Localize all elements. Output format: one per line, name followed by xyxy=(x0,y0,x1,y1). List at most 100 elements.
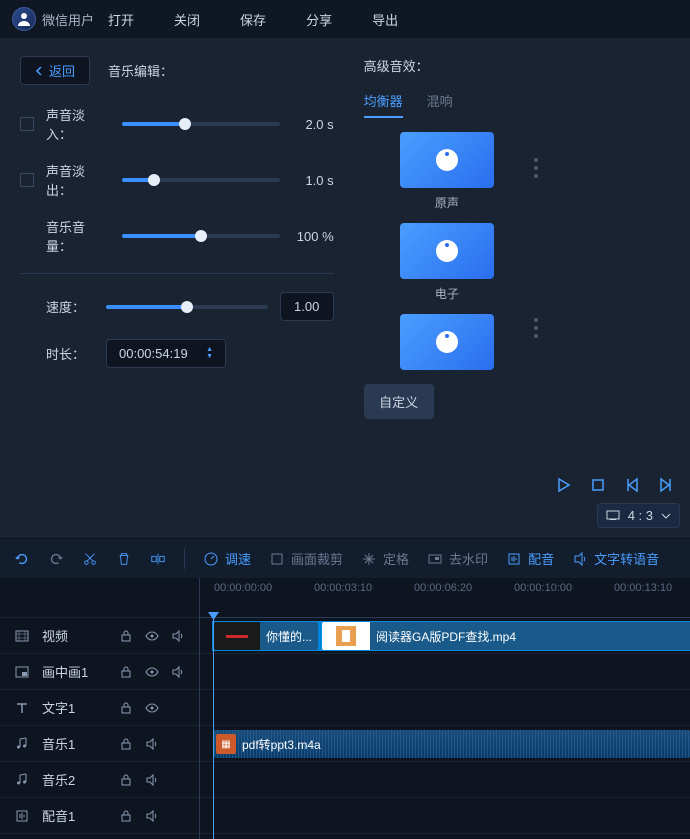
menu-share[interactable]: 分享 xyxy=(306,10,332,29)
track-header xyxy=(0,578,199,618)
fade-out-slider[interactable] xyxy=(122,178,280,182)
lock-icon[interactable] xyxy=(119,629,133,643)
top-menu-bar: 微信用户 打开 关闭 保存 分享 导出 xyxy=(0,0,690,38)
tts-tool[interactable]: 文字转语音 xyxy=(572,549,659,568)
scroll-dot xyxy=(534,326,538,330)
stop-icon[interactable] xyxy=(590,477,606,493)
volume-slider[interactable] xyxy=(122,234,280,238)
effects-panel: 高级音效： 均衡器 混响 原声 电子 自定义 xyxy=(354,38,540,538)
duration-down[interactable]: ▼ xyxy=(206,354,213,360)
track-area[interactable]: 00:00:00:00 00:00:03:10 00:00:06:20 00:0… xyxy=(200,578,690,839)
track-text[interactable]: 文字1 xyxy=(0,690,199,726)
mute-icon[interactable] xyxy=(171,629,185,643)
pip-track-content[interactable] xyxy=(200,654,690,690)
play-icon[interactable] xyxy=(556,477,572,493)
menu-open[interactable]: 打开 xyxy=(108,10,134,29)
fade-in-slider[interactable] xyxy=(122,122,280,126)
mute-icon[interactable] xyxy=(145,737,159,751)
main-panel: 返回 音乐编辑： 声音淡入： 2.0 s 声音淡出： 1.0 s 音乐音量： xyxy=(0,38,690,538)
voice-track-content[interactable] xyxy=(200,798,690,834)
mute-icon[interactable] xyxy=(145,773,159,787)
eye-icon[interactable] xyxy=(145,665,159,679)
back-button[interactable]: 返回 xyxy=(20,56,90,85)
lock-icon[interactable] xyxy=(119,665,133,679)
tab-equalizer[interactable]: 均衡器 xyxy=(364,91,403,118)
lock-icon[interactable] xyxy=(119,737,133,751)
time-ruler[interactable]: 00:00:00:00 00:00:03:10 00:00:06:20 00:0… xyxy=(200,578,690,618)
video-clip-1[interactable]: 你懂的... xyxy=(214,622,318,650)
volume-label: 音乐音量： xyxy=(46,217,110,255)
mute-icon[interactable] xyxy=(145,809,159,823)
aspect-dropdown[interactable]: 4 : 3 xyxy=(597,503,680,528)
scroll-dot xyxy=(534,158,538,162)
text-icon xyxy=(14,700,30,716)
freeze-tool[interactable]: 定格 xyxy=(361,549,409,568)
lock-icon[interactable] xyxy=(119,809,133,823)
video-clip-2[interactable]: 阅读器GA版PDF查找.mp4 xyxy=(322,622,690,650)
menu-export[interactable]: 导出 xyxy=(372,10,398,29)
fade-out-checkbox[interactable] xyxy=(20,173,34,187)
back-label: 返回 xyxy=(49,61,75,80)
audio-clip[interactable]: ▦ pdf转ppt3.m4a xyxy=(214,730,690,758)
undo-icon[interactable] xyxy=(14,551,30,567)
custom-button[interactable]: 自定义 xyxy=(364,384,434,419)
dub-tool[interactable]: 配音 xyxy=(506,549,554,568)
fade-in-label: 声音淡入： xyxy=(46,105,110,143)
redo-icon[interactable] xyxy=(48,551,64,567)
prev-icon[interactable] xyxy=(624,477,640,493)
lock-icon[interactable] xyxy=(119,701,133,715)
mute-icon[interactable] xyxy=(171,665,185,679)
menu-save[interactable]: 保存 xyxy=(240,10,266,29)
music-icon xyxy=(14,772,30,788)
video-track-content[interactable]: 你懂的... 阅读器GA版PDF查找.mp4 xyxy=(200,618,690,654)
cut-icon[interactable] xyxy=(82,551,98,567)
tab-reverb[interactable]: 混响 xyxy=(427,91,453,118)
menu-close[interactable]: 关闭 xyxy=(174,10,200,29)
track-music2[interactable]: 音乐2 xyxy=(0,762,199,798)
text-track-content[interactable] xyxy=(200,690,690,726)
fade-in-value: 2.0 s xyxy=(292,117,334,132)
scroll-dot xyxy=(534,318,538,322)
track-pip[interactable]: 画中画1 xyxy=(0,654,199,690)
music1-track-content[interactable]: ▦ pdf转ppt3.m4a xyxy=(200,726,690,762)
duration-field[interactable]: 00:00:54:19 ▲▼ xyxy=(106,339,226,368)
eye-icon[interactable] xyxy=(145,629,159,643)
fade-out-value: 1.0 s xyxy=(292,173,334,188)
duration-label: 时长： xyxy=(46,344,94,363)
avatar[interactable] xyxy=(12,7,36,31)
next-icon[interactable] xyxy=(658,477,674,493)
effects-title: 高级音效： xyxy=(364,56,530,75)
video-icon xyxy=(14,628,30,644)
section-title: 音乐编辑： xyxy=(108,61,173,80)
music-icon xyxy=(14,736,30,752)
scroll-dot xyxy=(534,166,538,170)
speed-field[interactable]: 1.00 xyxy=(280,292,334,321)
pip-icon xyxy=(14,664,30,680)
fade-in-checkbox[interactable] xyxy=(20,117,34,131)
preset-electronic[interactable]: 电子 xyxy=(364,223,530,302)
split-icon[interactable] xyxy=(150,551,166,567)
eye-icon[interactable] xyxy=(145,701,159,715)
track-voice[interactable]: 配音1 xyxy=(0,798,199,834)
volume-value: 100 % xyxy=(292,229,334,244)
delete-icon[interactable] xyxy=(116,551,132,567)
speed-tool[interactable]: 调速 xyxy=(203,549,251,568)
preset-list: 原声 电子 xyxy=(364,132,530,376)
watermark-tool[interactable]: 去水印 xyxy=(427,549,488,568)
track-music1[interactable]: 音乐1 xyxy=(0,726,199,762)
track-labels: 视频 画中画1 文字1 音乐1 音乐2 xyxy=(0,578,200,839)
scroll-dot xyxy=(534,174,538,178)
music2-track-content[interactable] xyxy=(200,762,690,798)
track-video[interactable]: 视频 xyxy=(0,618,199,654)
speed-label: 速度： xyxy=(46,297,94,316)
speed-slider[interactable] xyxy=(106,305,268,309)
audio-file-icon: ▦ xyxy=(216,734,236,754)
username: 微信用户 xyxy=(42,10,94,29)
preset-3[interactable] xyxy=(364,314,530,376)
voice-icon xyxy=(14,808,30,824)
fade-out-label: 声音淡出： xyxy=(46,161,110,199)
timeline: 视频 画中画1 文字1 音乐1 音乐2 xyxy=(0,578,690,839)
crop-tool[interactable]: 画面裁剪 xyxy=(269,549,343,568)
lock-icon[interactable] xyxy=(119,773,133,787)
preset-original[interactable]: 原声 xyxy=(364,132,530,211)
